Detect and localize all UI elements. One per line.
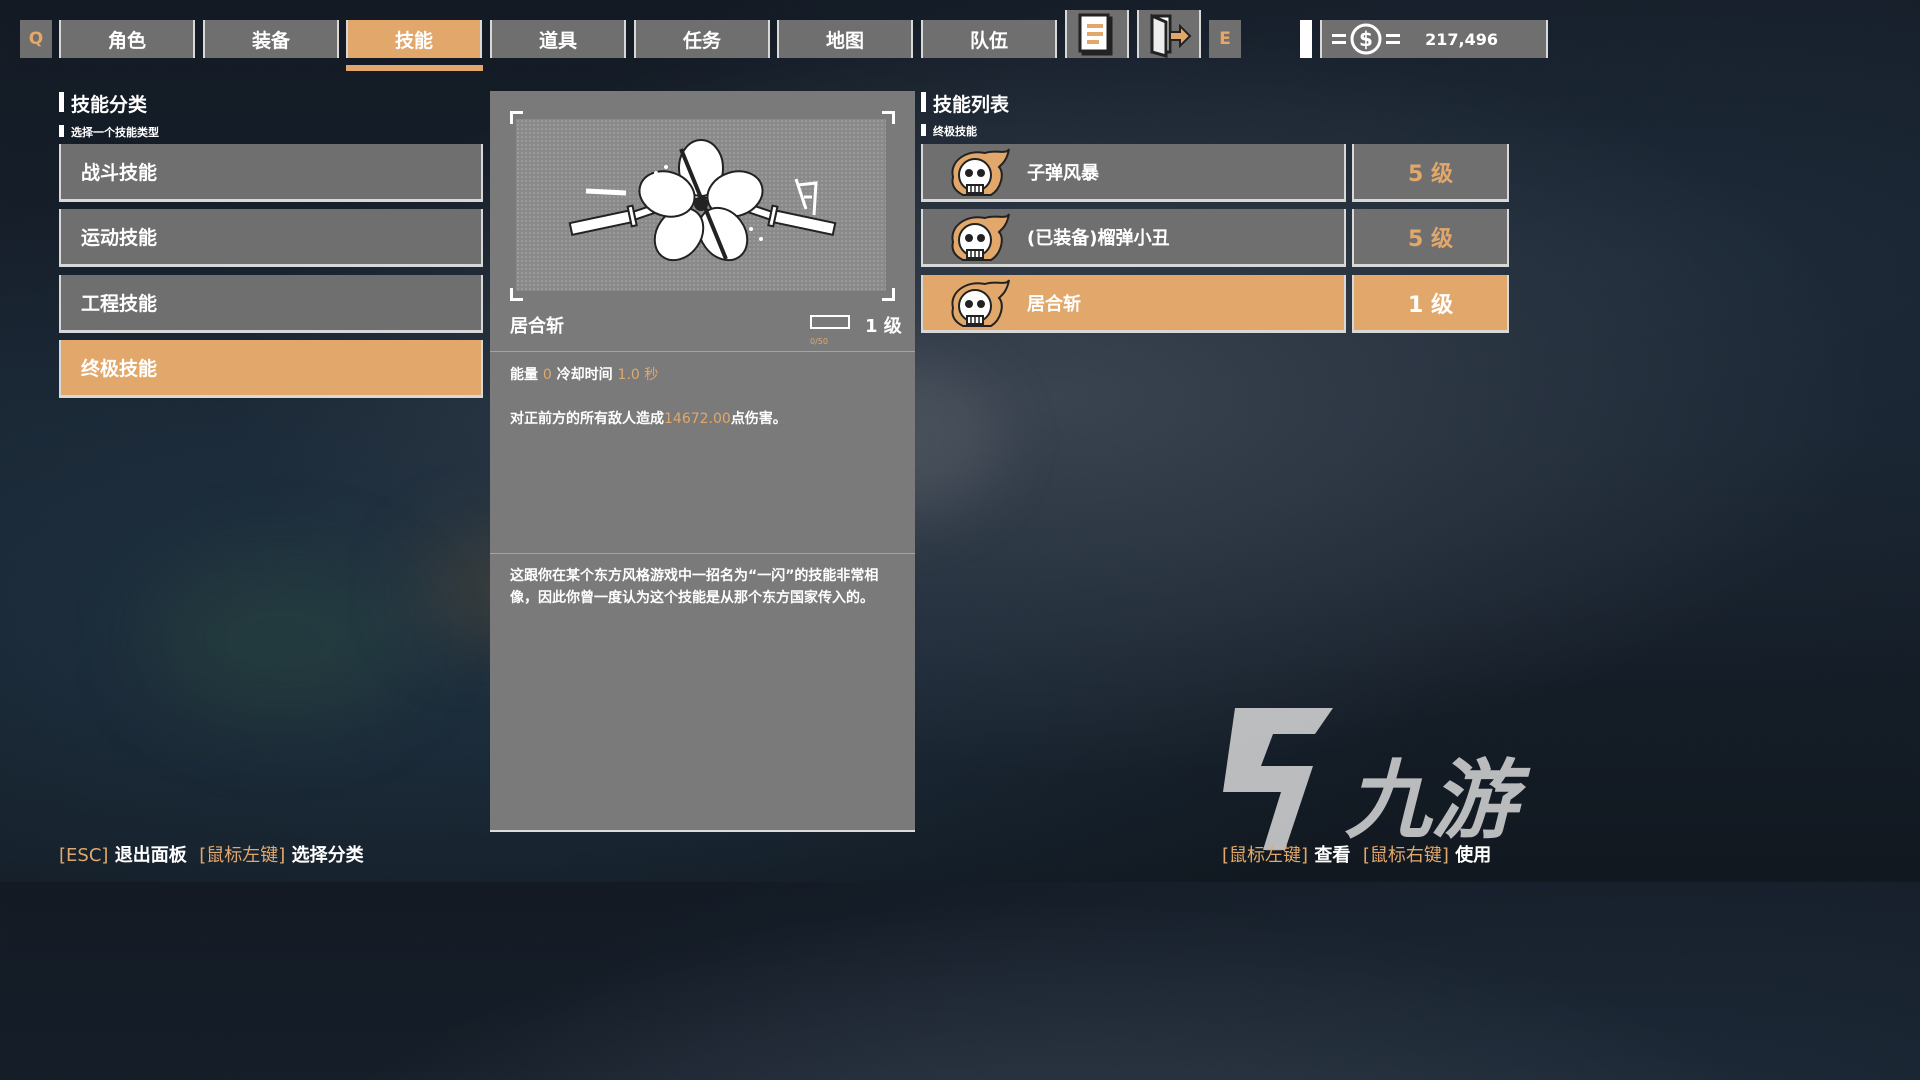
skill-item[interactable]: 子弹风暴 (921, 144, 1346, 202)
category-section-subtitle: 选择一个技能类型 (59, 124, 159, 140)
effect-value: 14672.00 (664, 411, 731, 427)
active-tab-indicator (346, 65, 483, 71)
hint-key: [鼠标左键] (1222, 845, 1309, 866)
tab-map[interactable]: 地图 (777, 20, 913, 58)
tab-items[interactable]: 道具 (490, 20, 626, 58)
category-movement[interactable]: 运动技能 (59, 209, 483, 267)
skill-detail-name: 居合斩 (510, 316, 564, 337)
skill-item-selected[interactable]: 居合斩 (921, 275, 1346, 333)
exit-button[interactable] (1137, 10, 1201, 58)
flaming-skull-icon (951, 148, 1010, 196)
effect-suffix: 点伤害。 (730, 411, 787, 427)
tab-quests[interactable]: 任务 (634, 20, 770, 58)
hint-action: 查看 (1314, 845, 1351, 866)
divider (490, 351, 915, 352)
energy-label: 能量 (510, 367, 538, 383)
hint-key: [鼠标左键] (199, 845, 286, 866)
skill-item[interactable]: (已装备)榴弹小丑 (921, 209, 1346, 267)
dollar-icon: $ (1332, 23, 1400, 55)
skill-xp-text: 0/50 (810, 337, 828, 346)
svg-text:$: $ (1359, 27, 1373, 51)
category-ultimate[interactable]: 终极技能 (59, 340, 483, 398)
skill-flavor-text: 这跟你在某个东方风格游戏中一招名为“一闪”的技能非常相像，因此你曾一度认为这个技… (510, 568, 879, 606)
next-tab-key[interactable]: E (1209, 20, 1241, 58)
skill-item-name: (已装备)榴弹小丑 (1027, 227, 1170, 249)
category-section-title: 技能分类 (59, 90, 147, 117)
skill-effect: 对正前方的所有敌人造成14672.00点伤害。 (510, 408, 787, 428)
money-display: $ 217,496 (1320, 20, 1548, 58)
footer-hints-left: [ESC] 退出面板 [鼠标左键] 选择分类 (59, 841, 364, 867)
nine-game-logo-icon: 九游 (1223, 708, 1531, 851)
skill-stats: 能量 0 冷却时间 1.0 秒 (510, 364, 658, 384)
money-amount: 217,496 (1425, 29, 1498, 49)
divider (490, 553, 915, 554)
watermark-text: 九游 (1345, 751, 1531, 851)
hint-action: 选择分类 (291, 845, 364, 866)
hint-action: 退出面板 (114, 845, 187, 866)
iai-slash-emblem-icon (568, 139, 837, 262)
tab-skills[interactable]: 技能 (346, 20, 482, 58)
footer-hints-right: [鼠标左键] 查看 [鼠标右键] 使用 (1222, 841, 1491, 867)
energy-value: 0 (542, 367, 552, 383)
cooldown-label: 冷却时间 (556, 367, 613, 383)
tab-character[interactable]: 角色 (59, 20, 195, 58)
skill-list-subtitle: 终极技能 (921, 123, 977, 139)
cooldown-value: 1.0 秒 (617, 367, 659, 383)
watermark-logo: 九游 (1215, 700, 1545, 864)
hint-key: [ESC] (59, 845, 109, 866)
category-engineering[interactable]: 工程技能 (59, 275, 483, 333)
flaming-skull-icon (951, 279, 1010, 327)
skill-item-name: 子弹风暴 (1027, 162, 1099, 184)
journal-icon (1078, 13, 1113, 56)
skill-list-title: 技能列表 (921, 90, 1009, 117)
skill-item-name: 居合斩 (1027, 293, 1081, 315)
skill-detail-panel: 居合斩 0/50 1 级 能量 0 冷却时间 1.0 秒 对正前方的所有敌人造成… (490, 91, 915, 832)
skill-detail-level: 1 级 (865, 316, 902, 337)
effect-prefix: 对正前方的所有敌人造成 (510, 411, 664, 427)
tab-equipment[interactable]: 装备 (203, 20, 339, 58)
skill-xp-bar (810, 315, 850, 329)
tab-team[interactable]: 队伍 (921, 20, 1057, 58)
category-combat[interactable]: 战斗技能 (59, 144, 483, 202)
background-glow (150, 560, 410, 720)
journal-button[interactable] (1065, 10, 1129, 58)
money-marker (1300, 20, 1312, 58)
skill-preview-image (516, 119, 886, 291)
skill-item-level: 1 级 (1352, 275, 1509, 333)
flaming-skull-icon (951, 213, 1010, 261)
skill-item-level: 5 级 (1352, 144, 1509, 202)
skill-item-level: 5 级 (1352, 209, 1509, 267)
hint-action: 使用 (1455, 845, 1492, 866)
hint-key: [鼠标右键] (1362, 845, 1449, 866)
prev-tab-key[interactable]: Q (20, 20, 52, 58)
exit-door-icon (1150, 13, 1192, 58)
